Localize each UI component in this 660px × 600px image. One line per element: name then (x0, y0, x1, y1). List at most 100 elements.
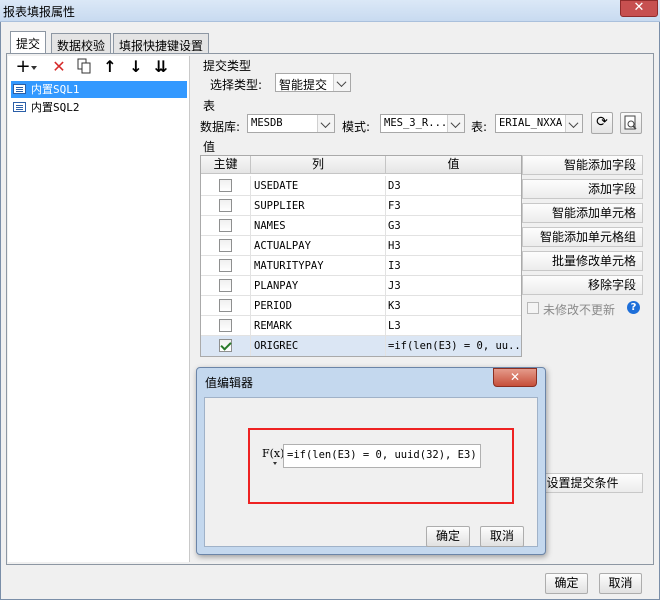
help-icon[interactable]: ? (627, 301, 640, 314)
column-cell: MATURITYPAY (251, 256, 386, 276)
value-cell[interactable]: F3 (386, 196, 521, 216)
column-cell: ORIGREC (251, 336, 386, 356)
sql-icon (13, 102, 26, 112)
ok-button[interactable]: 确定 (545, 573, 588, 594)
copy-icon[interactable] (75, 58, 93, 76)
sql-list-pane (8, 56, 190, 562)
batch-edit-cell-button[interactable]: 批量修改单元格 (522, 251, 643, 271)
database-label: 数据库: (200, 120, 241, 134)
formula-icon[interactable]: F(x) (262, 446, 284, 461)
key-checkbox[interactable] (219, 239, 232, 252)
formula-icon-label: F(x) (262, 447, 285, 460)
values-table: 主键 列 值 USEDATE D3 SUPPLIER F3 NAMES G3 A… (200, 155, 522, 357)
value-cell[interactable]: G3 (386, 216, 521, 236)
key-checkbox[interactable] (219, 279, 232, 292)
dialog-title: 值编辑器 (205, 376, 254, 390)
submit-type-label: 选择类型: (210, 78, 263, 92)
table-row[interactable]: MATURITYPAY I3 (201, 256, 521, 276)
key-checkbox[interactable] (219, 339, 232, 352)
value-cell[interactable]: L3 (386, 316, 521, 336)
formula-dropdown-icon[interactable] (273, 462, 277, 465)
column-cell: SUPPLIER (251, 196, 386, 216)
submit-type-select[interactable]: 智能提交 (275, 73, 351, 92)
header-column: 列 (251, 156, 386, 174)
tab-submit[interactable]: 提交 (10, 31, 47, 53)
tree-item-label: 内置SQL1 (31, 83, 80, 96)
column-cell: ACTUALPAY (251, 236, 386, 256)
cancel-button[interactable]: 取消 (599, 573, 642, 594)
table-row[interactable]: ACTUALPAY H3 (201, 236, 521, 256)
table-row[interactable]: PERIOD K3 (201, 296, 521, 316)
chevron-down-icon (447, 115, 464, 132)
title-bar: 报表填报属性 (0, 0, 660, 22)
move-down-icon[interactable]: ↓ (127, 58, 145, 76)
sql-icon (13, 84, 26, 94)
table-label: 表: (471, 120, 488, 134)
table-row[interactable]: REMARK L3 (201, 316, 521, 336)
value-cell[interactable]: =if(len(E3) = 0, uu... (386, 336, 521, 356)
table-row[interactable]: SUPPLIER F3 (201, 196, 521, 216)
add-field-button[interactable]: 添加字段 (522, 179, 643, 199)
tree-item-label: 内置SQL2 (31, 101, 80, 114)
column-cell: PLANPAY (251, 276, 386, 296)
header-value: 值 (386, 156, 521, 174)
refresh-button[interactable]: ⟳ (591, 112, 613, 134)
dialog-cancel-button[interactable]: 取消 (480, 526, 524, 547)
dialog-ok-button[interactable]: 确定 (426, 526, 470, 547)
preview-button[interactable] (620, 112, 642, 134)
chevron-down-icon (333, 74, 350, 91)
mode-select[interactable]: MES_3_R... (380, 114, 465, 133)
value-cell[interactable]: H3 (386, 236, 521, 256)
refresh-icon: ⟳ (596, 114, 608, 130)
column-cell: USEDATE (251, 176, 386, 196)
value-cell[interactable]: J3 (386, 276, 521, 296)
smart-add-field-button[interactable]: 智能添加字段 (522, 155, 643, 175)
table-select[interactable]: ERIAL_NXXA (495, 114, 583, 133)
value-cell[interactable]: I3 (386, 256, 521, 276)
key-checkbox[interactable] (219, 199, 232, 212)
table-row[interactable]: ORIGREC =if(len(E3) = 0, uu... (201, 336, 521, 356)
dialog-close-button[interactable]: ✕ (493, 368, 537, 387)
mode-value: MES_3_R... (384, 117, 448, 129)
key-checkbox[interactable] (219, 179, 232, 192)
no-update-label: 未修改不更新 (543, 303, 616, 317)
column-cell: NAMES (251, 216, 386, 236)
submit-type-section-title: 提交类型 (203, 59, 252, 73)
tree-item[interactable]: 内置SQL1 (11, 81, 187, 98)
values-section-title: 值 (203, 140, 216, 154)
window-close-button[interactable]: ✕ (620, 0, 658, 17)
key-checkbox[interactable] (219, 219, 232, 232)
value-cell[interactable]: K3 (386, 296, 521, 316)
column-cell: REMARK (251, 316, 386, 336)
smart-add-cell-group-button[interactable]: 智能添加单元格组 (522, 227, 643, 247)
value-cell[interactable]: D3 (386, 176, 521, 196)
tab-data-validation[interactable]: 数据校验 (51, 33, 112, 54)
key-checkbox[interactable] (219, 299, 232, 312)
add-dropdown-icon[interactable] (31, 66, 37, 70)
header-key: 主键 (201, 156, 251, 174)
key-checkbox[interactable] (219, 259, 232, 272)
tree-item[interactable]: 内置SQL2 (11, 99, 187, 116)
table-row[interactable]: PLANPAY J3 (201, 276, 521, 296)
preview-icon (624, 115, 637, 130)
database-value: MESDB (251, 117, 283, 129)
delete-icon[interactable]: ✕ (50, 58, 68, 76)
chevron-down-icon (317, 115, 334, 132)
add-icon[interactable]: + (14, 58, 32, 76)
remove-field-button[interactable]: 移除字段 (522, 275, 643, 295)
table-section-title: 表 (203, 99, 216, 113)
smart-add-cell-button[interactable]: 智能添加单元格 (522, 203, 643, 223)
tab-shortcut-settings[interactable]: 填报快捷键设置 (113, 33, 210, 54)
sort-icon[interactable]: ⇊ (152, 58, 170, 76)
table-row[interactable]: NAMES G3 (201, 216, 521, 236)
move-up-icon[interactable]: ↑ (101, 58, 119, 76)
submit-type-value: 智能提交 (279, 78, 328, 92)
column-cell: PERIOD (251, 296, 386, 316)
table-value: ERIAL_NXXA (499, 117, 563, 129)
table-row[interactable]: USEDATE D3 (201, 176, 521, 196)
formula-input[interactable]: =if(len(E3) = 0, uuid(32), E3) (283, 444, 481, 468)
key-checkbox[interactable] (219, 319, 232, 332)
database-select[interactable]: MESDB (247, 114, 335, 133)
no-update-checkbox[interactable] (527, 302, 539, 314)
window-title: 报表填报属性 (3, 5, 76, 19)
